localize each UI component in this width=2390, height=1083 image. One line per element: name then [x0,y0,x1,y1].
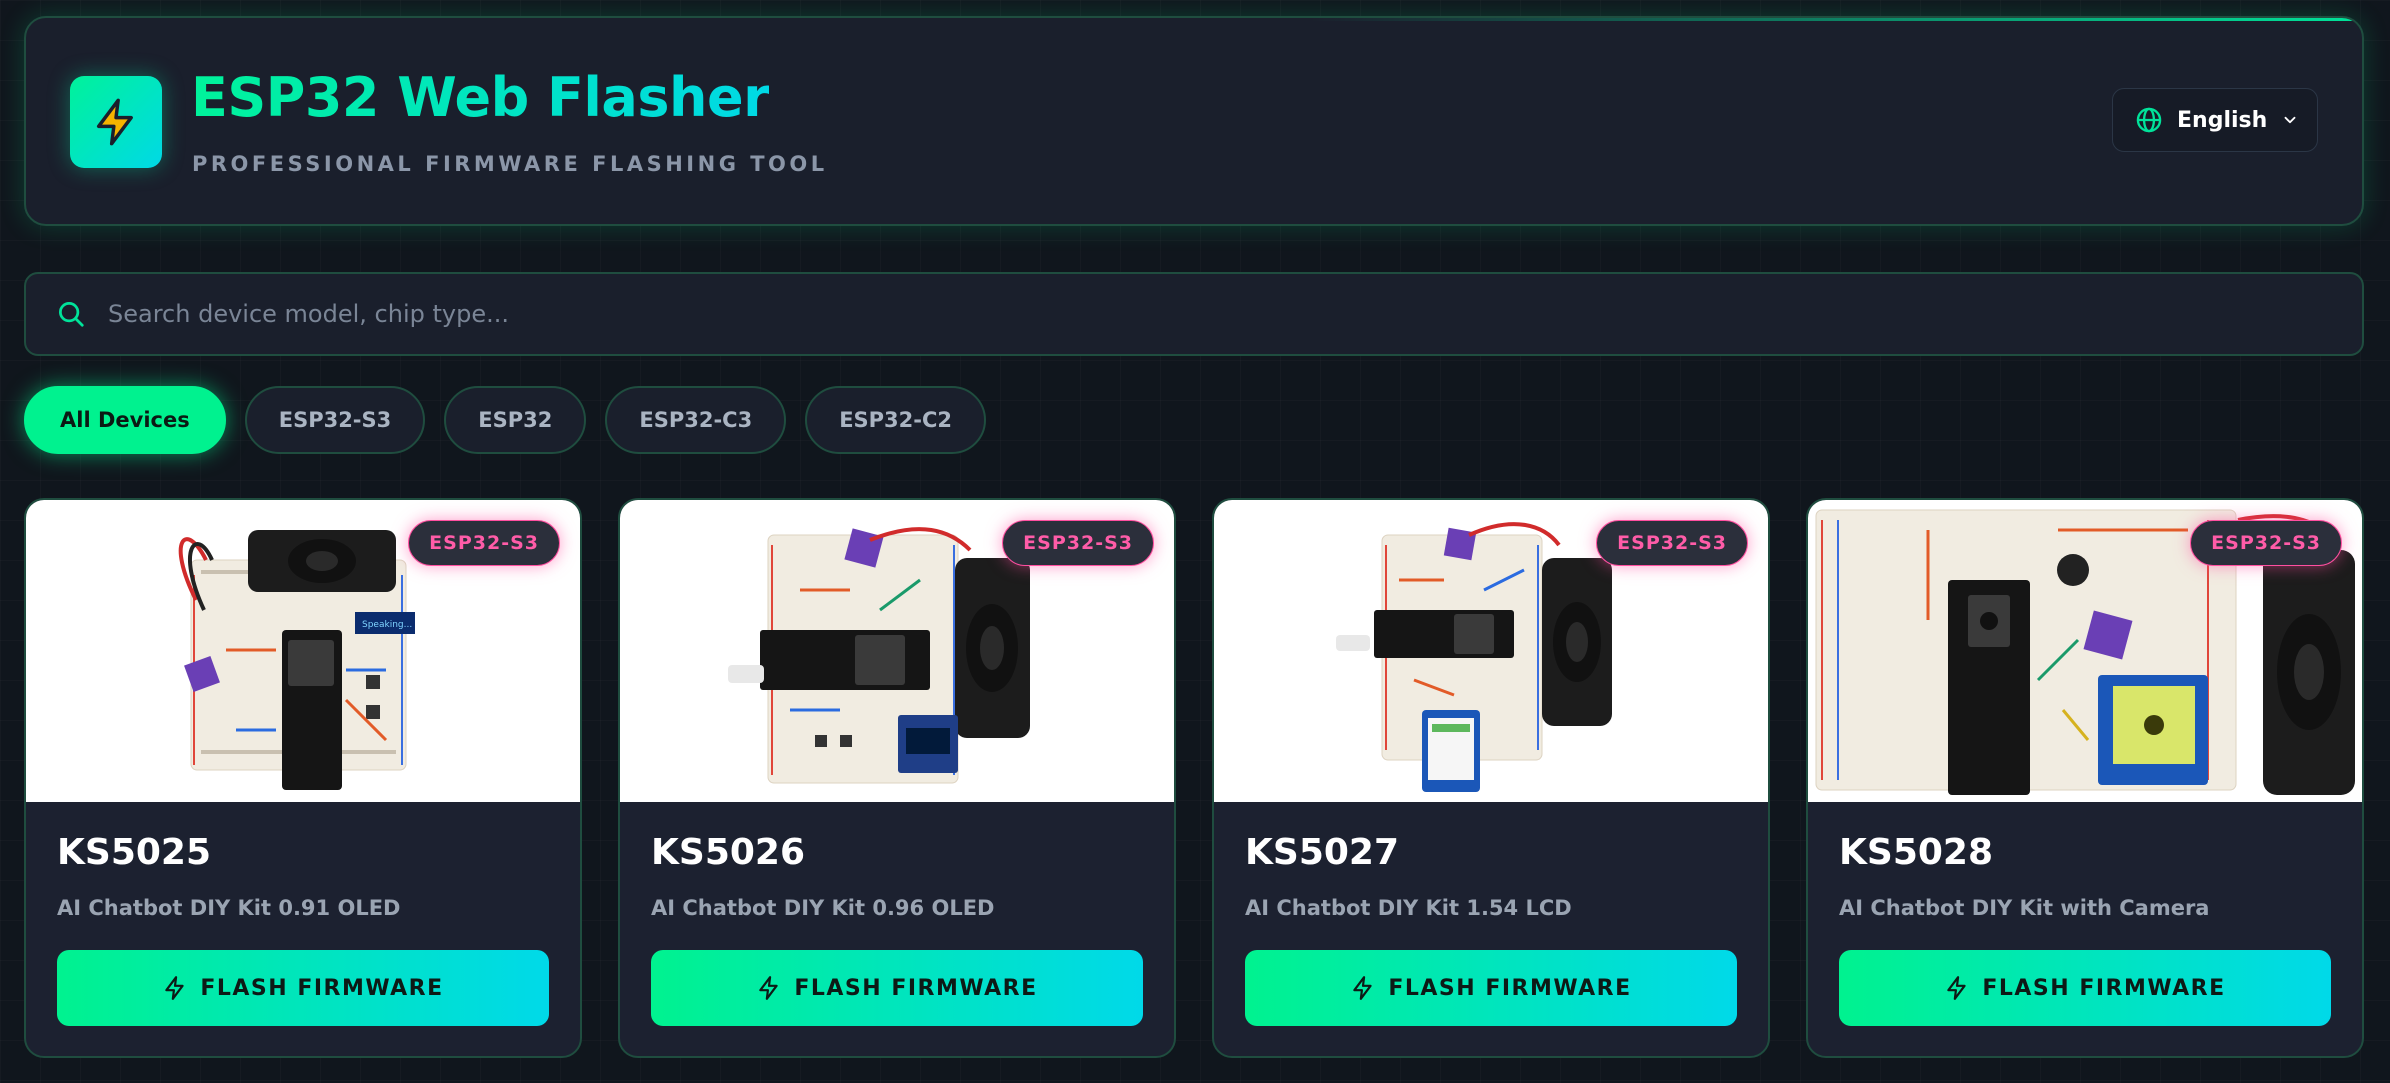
device-description: AI Chatbot DIY Kit 1.54 LCD [1245,896,1572,920]
flash-firmware-button[interactable]: FLASH FIRMWARE [1839,950,2331,1026]
chip-type-badge: ESP32-S3 [1002,520,1154,566]
lightning-bolt-icon [1947,976,1967,1000]
search-icon [59,302,84,327]
chip-type-badge: ESP32-S3 [2190,520,2342,566]
device-description: AI Chatbot DIY Kit 0.91 OLED [57,896,401,920]
device-card[interactable]: ESP32-S3 KS5028 AI Chatbot DIY Kit with … [1806,498,2364,1058]
app-subtitle: PROFESSIONAL FIRMWARE FLASHING TOOL [192,152,828,176]
lightning-bolt-icon [759,976,779,1000]
device-image: ESP32-S3 [1214,500,1768,802]
flash-firmware-button[interactable]: FLASH FIRMWARE [1245,950,1737,1026]
device-model: KS5025 [57,832,212,873]
language-selector[interactable]: English [2112,88,2318,152]
globe-icon [2136,107,2162,133]
flash-firmware-label: FLASH FIRMWARE [1982,975,2226,1001]
filter-esp32[interactable]: ESP32 [444,386,587,454]
filter-esp32-c2[interactable]: ESP32-C2 [805,386,987,454]
lightning-bolt-icon [96,98,133,146]
lightning-bolt-icon [1353,976,1373,1000]
device-model: KS5027 [1245,832,1400,873]
app-logo [70,76,162,168]
device-description: AI Chatbot DIY Kit 0.96 OLED [651,896,995,920]
filter-all-devices[interactable]: All Devices [24,386,226,454]
flash-firmware-label: FLASH FIRMWARE [794,975,1038,1001]
device-model: KS5028 [1839,832,1994,873]
lightning-bolt-icon [165,976,185,1000]
flash-firmware-button[interactable]: FLASH FIRMWARE [651,950,1143,1026]
flash-firmware-label: FLASH FIRMWARE [1388,975,1632,1001]
flash-firmware-button[interactable]: FLASH FIRMWARE [57,950,549,1026]
device-card[interactable]: ESP32-S3 KS5026 AI Chatbot DIY Kit 0.96 … [618,498,1176,1058]
chip-filter-bar: All Devices ESP32-S3 ESP32 ESP32-C3 ESP3… [24,386,987,454]
chevron-down-icon [2284,116,2296,124]
device-image: ESP32-S3 [620,500,1174,802]
flash-firmware-label: FLASH FIRMWARE [200,975,444,1001]
device-image: ESP32-S3 [1808,500,2362,802]
app-header: ESP32 Web Flasher PROFESSIONAL FIRMWARE … [24,16,2364,226]
device-image: Speaking... ESP32-S3 [26,500,580,802]
chip-type-badge: ESP32-S3 [1596,520,1748,566]
svg-text:Speaking...: Speaking... [362,620,412,630]
chip-type-badge: ESP32-S3 [408,520,560,566]
search-bar[interactable] [24,272,2364,356]
device-card[interactable]: ESP32-S3 KS5027 AI Chatbot DIY Kit 1.54 … [1212,498,1770,1058]
filter-esp32-s3[interactable]: ESP32-S3 [244,386,426,454]
device-description: AI Chatbot DIY Kit with Camera [1839,896,2210,920]
search-input[interactable] [108,300,2362,328]
filter-esp32-c3[interactable]: ESP32-C3 [605,386,787,454]
language-label: English [2177,107,2268,133]
device-model: KS5026 [651,832,806,873]
app-title: ESP32 Web Flasher [191,66,770,129]
device-grid: Speaking... ESP32-S3 KS5025 AI Chatbot D… [24,498,2366,1058]
device-card[interactable]: Speaking... ESP32-S3 KS5025 AI Chatbot D… [24,498,582,1058]
